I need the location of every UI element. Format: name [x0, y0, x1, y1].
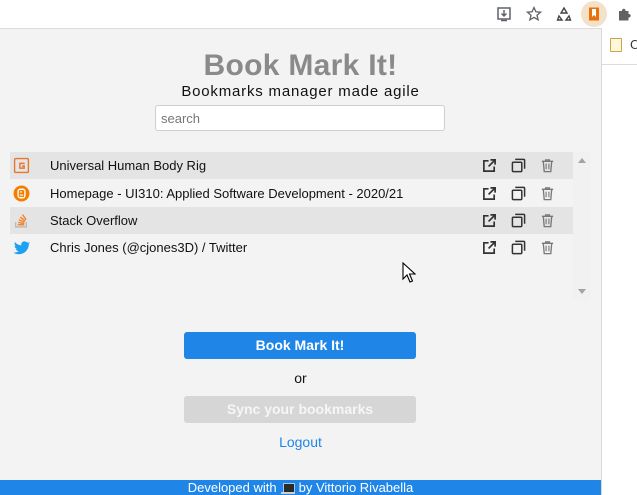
bookmark-extension-icon[interactable] — [581, 1, 607, 27]
bookmark-title[interactable]: Chris Jones (@cjones3D) / Twitter — [50, 240, 247, 255]
browser-window: C Book Mark It! Bookmarks manager made a… — [0, 0, 637, 495]
copy-icon[interactable] — [509, 239, 527, 257]
laptop-icon — [280, 483, 295, 495]
or-separator: or — [294, 370, 307, 386]
recycle-extension-icon[interactable] — [551, 1, 577, 27]
open-link-icon[interactable] — [480, 239, 498, 257]
copy-icon[interactable] — [509, 185, 527, 203]
browser-toolbar — [0, 0, 637, 28]
trash-icon[interactable] — [538, 239, 556, 257]
bookmark-row[interactable]: Stack Overflow — [10, 207, 573, 234]
bookmark-list: Universal Human Body Rig Homepage - UI31… — [10, 152, 590, 300]
copy-icon[interactable] — [509, 212, 527, 230]
footer-author: by Vittorio Rivabella — [298, 480, 414, 495]
search-input[interactable] — [155, 105, 445, 131]
trash-icon[interactable] — [538, 157, 556, 175]
bookmark-it-button[interactable]: Book Mark It! — [184, 332, 416, 359]
puzzle-extensions-icon[interactable] — [611, 1, 637, 27]
bookmark-row[interactable]: Universal Human Body Rig — [10, 152, 573, 179]
star-icon[interactable] — [521, 1, 547, 27]
bookmark-title[interactable]: Stack Overflow — [50, 213, 137, 228]
divider — [602, 64, 637, 65]
popup-subtitle: Bookmarks manager made agile — [181, 83, 420, 100]
footer: Developed with by Vittorio Rivabella — [0, 480, 601, 495]
footer-prefix: Developed with — [187, 480, 277, 495]
install-app-icon[interactable] — [491, 1, 517, 27]
extension-popup: Book Mark It! Bookmarks manager made agi… — [0, 28, 601, 495]
scroll-down-arrow-icon[interactable] — [573, 283, 590, 300]
bookmark-row[interactable]: Chris Jones (@cjones3D) / Twitter — [10, 234, 573, 261]
page-background: C — [601, 28, 637, 495]
bookmark-title[interactable]: Homepage - UI310: Applied Software Devel… — [50, 186, 403, 201]
open-link-icon[interactable] — [480, 185, 498, 203]
trash-icon[interactable] — [538, 212, 556, 230]
bookmark-title[interactable]: Universal Human Body Rig — [50, 158, 206, 173]
scroll-up-arrow-icon[interactable] — [573, 152, 590, 169]
open-link-icon[interactable] — [480, 157, 498, 175]
bookmark-bar-text[interactable]: C — [630, 38, 637, 52]
stackoverflow-favicon-icon — [11, 212, 31, 230]
bookmark-folder-icon[interactable] — [610, 38, 622, 52]
mouse-cursor-icon — [402, 262, 416, 283]
twitter-favicon-icon — [11, 239, 31, 257]
gumroad-favicon-icon — [11, 157, 31, 175]
sync-bookmarks-button[interactable]: Sync your bookmarks — [184, 396, 416, 423]
trash-icon[interactable] — [538, 185, 556, 203]
popup-title: Book Mark It! — [203, 49, 398, 82]
list-scrollbar[interactable] — [573, 152, 590, 300]
logout-link[interactable]: Logout — [0, 434, 601, 450]
blogger-favicon-icon — [11, 185, 31, 203]
copy-icon[interactable] — [509, 157, 527, 175]
open-link-icon[interactable] — [480, 212, 498, 230]
bookmark-row[interactable]: Homepage - UI310: Applied Software Devel… — [10, 180, 573, 207]
